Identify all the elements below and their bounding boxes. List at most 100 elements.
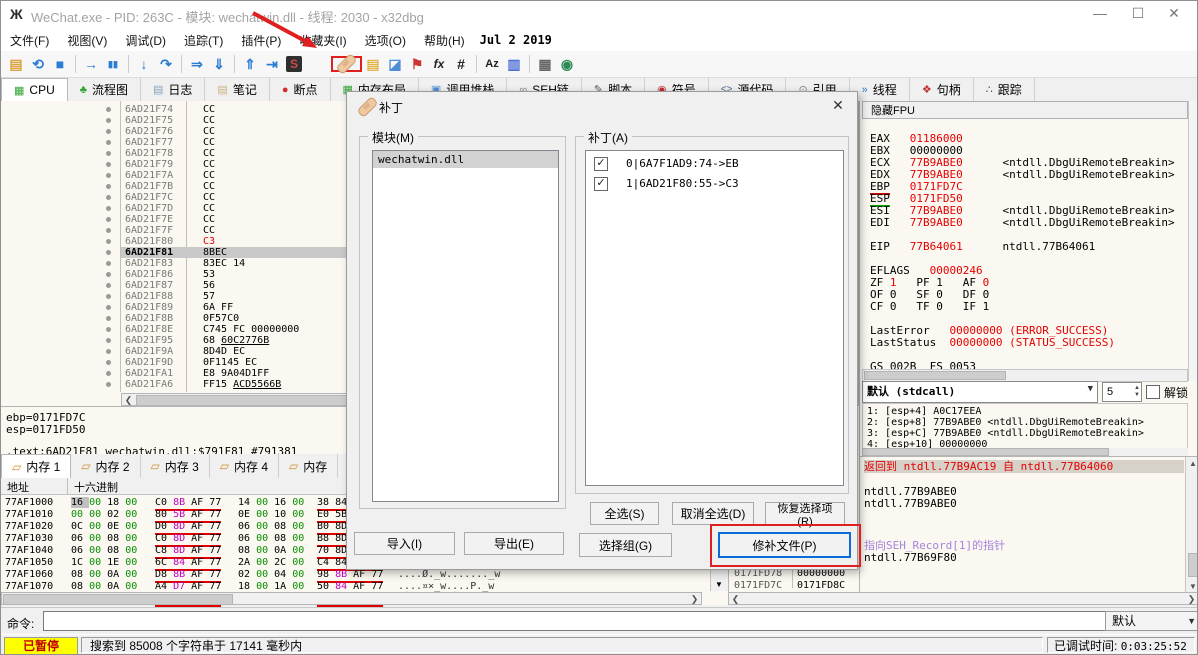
tab-memory-3[interactable]: ▱内存 3	[141, 454, 210, 478]
restore-selection-button[interactable]: 恢复选择项(R)	[765, 502, 845, 525]
minimize-button[interactable]: —	[1085, 5, 1115, 21]
patch-list-item[interactable]: ✓1|6AD21F80:55->C3	[592, 175, 837, 193]
scroll-left-icon[interactable]: ❮	[122, 394, 135, 406]
pick-groups-button[interactable]: 选择组(G)	[579, 533, 672, 557]
patch-list-item[interactable]: ✓0|6A7F1AD9:74->EB	[592, 155, 837, 173]
pause-icon[interactable]: ▮▮	[103, 54, 123, 74]
menu-v[interactable]: 视图(V)	[58, 32, 116, 49]
dialog-close-icon[interactable]: ✕	[827, 97, 849, 115]
step-out-icon[interactable]: ⇑	[240, 54, 260, 74]
tab-handles[interactable]: ❖句柄	[910, 78, 974, 101]
restart-icon[interactable]: ⟲	[28, 54, 48, 74]
tab-memory-1[interactable]: ▱内存 1	[1, 454, 71, 478]
breakpoint-dot-icon	[106, 118, 111, 123]
run-icon[interactable]: →	[81, 54, 101, 74]
menu-t[interactable]: 追踪(T)	[175, 32, 232, 49]
argument-line[interactable]: 3: [esp+C] 77B9ABE0 <ntdll.DbgUiRemoteBr…	[867, 428, 1144, 439]
bookmark-icon[interactable]: ⚑	[407, 54, 427, 74]
step-over-icon[interactable]: ↷	[156, 54, 176, 74]
patch-icon[interactable]	[336, 59, 357, 69]
tab-cpu[interactable]: ▦CPU	[1, 78, 68, 101]
arg-depth-spinner[interactable]: 5 ▲ ▼	[1102, 382, 1142, 402]
module-list-item[interactable]: wechatwin.dll	[373, 151, 558, 168]
hash-icon[interactable]: #	[451, 54, 471, 74]
modules-icon[interactable]: ▥	[504, 54, 524, 74]
maximize-button[interactable]: ☐	[1123, 5, 1153, 22]
unlock-checkbox[interactable]	[1146, 385, 1160, 399]
command-history-select[interactable]: 默认▼	[1105, 611, 1198, 631]
open-file-icon[interactable]: ▤	[6, 54, 26, 74]
close-button[interactable]: ✕	[1159, 5, 1189, 22]
scroll-left-icon[interactable]: ❮	[729, 593, 742, 605]
menu-i[interactable]: 收藏夹(I)	[290, 32, 355, 49]
tab-memory-4[interactable]: ▱内存 4	[210, 454, 279, 478]
registers-pane[interactable]: 隐藏FPU EAX 01186000EBX 00000000ECX 77B9AB…	[859, 101, 1198, 456]
scylla-icon[interactable]: S	[284, 54, 304, 74]
command-input[interactable]	[43, 611, 1107, 631]
label-icon[interactable]: ◪	[385, 54, 405, 74]
stack-row[interactable]: 0171FD7C0171FD8C	[729, 580, 860, 592]
menu-f[interactable]: 文件(F)	[1, 32, 58, 49]
scroll-down-icon[interactable]: ▼	[1189, 582, 1197, 591]
calculator-icon[interactable]: ▦	[535, 54, 555, 74]
arguments-hscrollbar[interactable]	[862, 448, 1188, 456]
scroll-up-icon[interactable]: ▲	[1189, 459, 1197, 468]
menu-p[interactable]: 插件(P)	[232, 32, 290, 49]
menu-d[interactable]: 调试(D)	[116, 32, 175, 49]
hide-fpu-button[interactable]: 隐藏FPU	[862, 101, 1188, 119]
scroll-right-icon[interactable]: ❯	[1185, 593, 1198, 605]
tab-notes[interactable]: ▤笔记	[205, 78, 269, 101]
import-button[interactable]: 导入(I)	[354, 532, 455, 555]
register-line[interactable]: CF 0 TF 0 IF 1	[870, 301, 1188, 313]
select-all-button[interactable]: 全选(S)	[590, 502, 659, 525]
register-line[interactable]: LastStatus 00000000 (STATUS_SUCCESS)	[870, 337, 1188, 349]
stop-icon[interactable]: ■	[50, 54, 70, 74]
info-line[interactable]: 返回到 ntdll.77B9AC19 自 ntdll.77B64060	[864, 460, 1184, 473]
patch-checkbox[interactable]: ✓	[594, 157, 608, 171]
patch-dialog-titlebar[interactable]: 补丁 ✕	[347, 92, 857, 120]
attach-icon[interactable]: ⇥	[262, 54, 282, 74]
globe-icon[interactable]: ◉	[557, 54, 577, 74]
module-list[interactable]: wechatwin.dll	[372, 150, 559, 502]
tab-memory-2[interactable]: ▱内存 2	[71, 454, 140, 478]
info-vscrollbar[interactable]: ▲ ▼	[1185, 457, 1198, 593]
argument-line[interactable]: 1: [esp+4] A0C17EEA	[867, 406, 981, 417]
patch-group-label: 补丁(A)	[584, 129, 632, 146]
patch-checkbox[interactable]: ✓	[594, 177, 608, 191]
export-button[interactable]: 导出(E)	[464, 532, 564, 555]
tab-log[interactable]: ▤日志	[141, 78, 205, 101]
tab-memory-5[interactable]: ▱内存	[279, 454, 338, 478]
run-to-user-code-icon[interactable]: ⇓	[209, 54, 229, 74]
info-notes-pane[interactable]: 返回到 ntdll.77B9AC19 自 ntdll.77B64060 ntdll…	[859, 456, 1198, 593]
scroll-right-icon[interactable]: ❯	[688, 593, 701, 605]
registers-vscrollbar[interactable]	[1188, 101, 1198, 381]
patch-list[interactable]: ✓0|6A7F1AD9:74->EB ✓1|6AD21F80:55->C3	[585, 150, 844, 486]
execute-till-return-icon[interactable]: ⇒	[187, 54, 207, 74]
info-line[interactable]: ntdll.77B69F80	[864, 551, 1184, 564]
menu-o[interactable]: 选项(O)	[356, 32, 415, 49]
deselect-all-button[interactable]: 取消全选(D)	[672, 502, 754, 525]
function-icon[interactable]: fx	[429, 54, 449, 74]
arguments-view[interactable]: 1: [esp+4] A0C17EEA2: [esp+8] 77B9ABE0 <…	[862, 403, 1188, 449]
argument-line[interactable]: 2: [esp+8] 77B9ABE0 <ntdll.DbgUiRemoteBr…	[867, 417, 1144, 428]
scroll-down-icon[interactable]: ▼	[711, 579, 727, 591]
spinner-down-icon[interactable]: ▼	[1134, 392, 1140, 399]
bottom-hscrollbar[interactable]: ❮ ❯	[728, 592, 1198, 605]
tab-trace[interactable]: ∴跟踪	[974, 78, 1035, 101]
calling-convention-select[interactable]: 默认 (stdcall)▼	[862, 381, 1098, 403]
dump-hscrollbar[interactable]: ❯	[1, 592, 702, 605]
spinner-up-icon[interactable]: ▲	[1134, 385, 1140, 392]
tab-label: 线程	[873, 81, 897, 98]
comment-icon[interactable]: ▤	[363, 54, 383, 74]
register-line[interactable]: EDI 77B9ABE0 <ntdll.DbgUiRemoteBreakin>	[870, 217, 1188, 229]
register-line[interactable]: EIP 77B64061 ntdll.77B64061	[870, 241, 1188, 253]
tab-graph[interactable]: ♣流程图	[68, 78, 141, 101]
dump-row[interactable]: 77AF106008 00 0A 00D8 8B AF 7702 00 04 0…	[1, 569, 702, 581]
tab-threads[interactable]: »线程	[850, 78, 910, 101]
assemble-icon[interactable]: Az	[482, 54, 502, 74]
menu-h[interactable]: 帮助(H)	[415, 32, 474, 49]
breakpoint-dot-icon	[106, 360, 111, 365]
info-line[interactable]: ntdll.77B9ABE0	[864, 497, 1184, 510]
tab-breakpoints[interactable]: ●断点	[270, 78, 331, 101]
step-into-icon[interactable]: ↓	[134, 54, 154, 74]
